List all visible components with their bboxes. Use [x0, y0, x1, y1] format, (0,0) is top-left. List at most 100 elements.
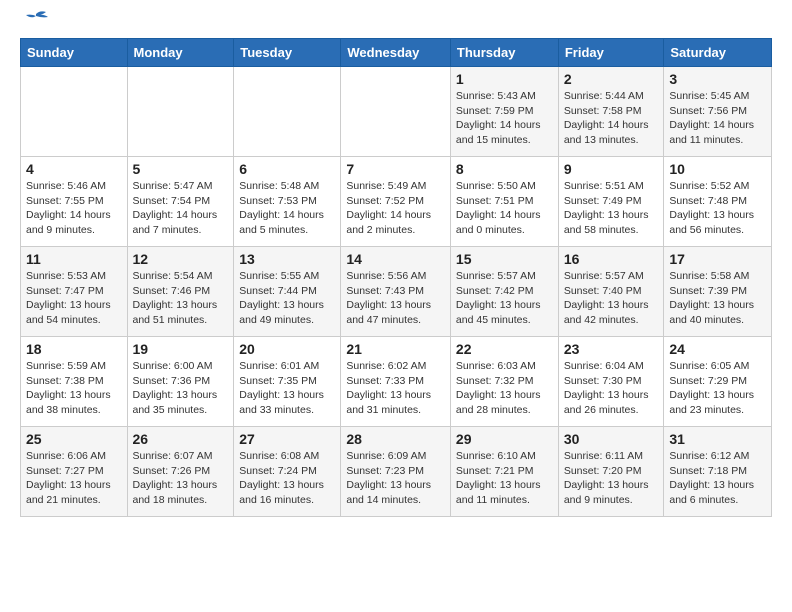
day-number: 12: [133, 251, 229, 267]
day-number: 5: [133, 161, 229, 177]
day-info: Sunrise: 5:45 AM Sunset: 7:56 PM Dayligh…: [669, 89, 766, 148]
day-info: Sunrise: 6:05 AM Sunset: 7:29 PM Dayligh…: [669, 359, 766, 418]
day-number: 19: [133, 341, 229, 357]
calendar-week-row: 25 Sunrise: 6:06 AM Sunset: 7:27 PM Dayli…: [21, 427, 772, 517]
logo-bird-icon: [22, 10, 50, 30]
day-info: Sunrise: 5:43 AM Sunset: 7:59 PM Dayligh…: [456, 89, 553, 148]
day-info: Sunrise: 5:50 AM Sunset: 7:51 PM Dayligh…: [456, 179, 553, 238]
day-number: 7: [346, 161, 445, 177]
calendar-cell: [234, 67, 341, 157]
column-header-friday: Friday: [558, 39, 664, 67]
calendar-cell: 5Sunrise: 5:47 AM Sunset: 7:54 PM Daylig…: [127, 157, 234, 247]
day-number: 9: [564, 161, 659, 177]
day-number: 23: [564, 341, 659, 357]
day-info: Sunrise: 5:54 AM Sunset: 7:46 PM Dayligh…: [133, 269, 229, 328]
calendar-cell: 26Sunrise: 6:07 AM Sunset: 7:26 PM Dayli…: [127, 427, 234, 517]
calendar-cell: 21 Sunrise: 6:02 AM Sunset: 7:33 PM Dayli…: [341, 337, 451, 427]
day-info: Sunrise: 6:08 AM Sunset: 7:24 PM Dayligh…: [239, 449, 335, 508]
day-info: Sunrise: 5:56 AM Sunset: 7:43 PM Dayligh…: [346, 269, 445, 328]
calendar-table: SundayMondayTuesdayWednesdayThursdayFrid…: [20, 38, 772, 517]
day-number: 24: [669, 341, 766, 357]
calendar-cell: 8 Sunrise: 5:50 AM Sunset: 7:51 PM Daylig…: [450, 157, 558, 247]
calendar-cell: 7 Sunrise: 5:49 AM Sunset: 7:52 PM Daylig…: [341, 157, 451, 247]
calendar-week-row: 18 Sunrise: 5:59 AM Sunset: 7:38 PM Dayli…: [21, 337, 772, 427]
day-info: Sunrise: 5:58 AM Sunset: 7:39 PM Dayligh…: [669, 269, 766, 328]
day-number: 2: [564, 71, 659, 87]
day-info: Sunrise: 5:52 AM Sunset: 7:48 PM Dayligh…: [669, 179, 766, 238]
calendar-cell: 10 Sunrise: 5:52 AM Sunset: 7:48 PM Dayli…: [664, 157, 772, 247]
calendar-cell: 18 Sunrise: 5:59 AM Sunset: 7:38 PM Dayli…: [21, 337, 128, 427]
calendar-cell: 1 Sunrise: 5:43 AM Sunset: 7:59 PM Daylig…: [450, 67, 558, 157]
calendar-cell: 28 Sunrise: 6:09 AM Sunset: 7:23 PM Dayli…: [341, 427, 451, 517]
day-number: 14: [346, 251, 445, 267]
calendar-cell: [341, 67, 451, 157]
calendar-cell: 22 Sunrise: 6:03 AM Sunset: 7:32 PM Dayli…: [450, 337, 558, 427]
calendar-cell: 27 Sunrise: 6:08 AM Sunset: 7:24 PM Dayli…: [234, 427, 341, 517]
calendar-cell: 13 Sunrise: 5:55 AM Sunset: 7:44 PM Dayli…: [234, 247, 341, 337]
day-number: 31: [669, 431, 766, 447]
day-number: 13: [239, 251, 335, 267]
day-number: 11: [26, 251, 122, 267]
day-info: Sunrise: 5:59 AM Sunset: 7:38 PM Dayligh…: [26, 359, 122, 418]
day-number: 10: [669, 161, 766, 177]
calendar-week-row: 1 Sunrise: 5:43 AM Sunset: 7:59 PM Daylig…: [21, 67, 772, 157]
day-number: 1: [456, 71, 553, 87]
column-header-saturday: Saturday: [664, 39, 772, 67]
day-number: 16: [564, 251, 659, 267]
day-number: 30: [564, 431, 659, 447]
calendar-cell: 15 Sunrise: 5:57 AM Sunset: 7:42 PM Dayli…: [450, 247, 558, 337]
column-header-wednesday: Wednesday: [341, 39, 451, 67]
day-info: Sunrise: 6:11 AM Sunset: 7:20 PM Dayligh…: [564, 449, 659, 508]
day-info: Sunrise: 6:03 AM Sunset: 7:32 PM Dayligh…: [456, 359, 553, 418]
calendar-week-row: 4 Sunrise: 5:46 AM Sunset: 7:55 PM Daylig…: [21, 157, 772, 247]
day-info: Sunrise: 5:44 AM Sunset: 7:58 PM Dayligh…: [564, 89, 659, 148]
calendar-cell: 16Sunrise: 5:57 AM Sunset: 7:40 PM Dayli…: [558, 247, 664, 337]
day-number: 18: [26, 341, 122, 357]
day-number: 15: [456, 251, 553, 267]
day-number: 22: [456, 341, 553, 357]
calendar-cell: 24 Sunrise: 6:05 AM Sunset: 7:29 PM Dayli…: [664, 337, 772, 427]
day-number: 8: [456, 161, 553, 177]
day-info: Sunrise: 6:07 AM Sunset: 7:26 PM Dayligh…: [133, 449, 229, 508]
day-number: 4: [26, 161, 122, 177]
day-number: 21: [346, 341, 445, 357]
day-info: Sunrise: 5:53 AM Sunset: 7:47 PM Dayligh…: [26, 269, 122, 328]
day-number: 28: [346, 431, 445, 447]
day-number: 20: [239, 341, 335, 357]
calendar-cell: 23 Sunrise: 6:04 AM Sunset: 7:30 PM Dayli…: [558, 337, 664, 427]
day-info: Sunrise: 6:04 AM Sunset: 7:30 PM Dayligh…: [564, 359, 659, 418]
logo: [20, 16, 50, 26]
day-info: Sunrise: 6:06 AM Sunset: 7:27 PM Dayligh…: [26, 449, 122, 508]
day-info: Sunrise: 6:02 AM Sunset: 7:33 PM Dayligh…: [346, 359, 445, 418]
column-header-sunday: Sunday: [21, 39, 128, 67]
calendar-cell: 11 Sunrise: 5:53 AM Sunset: 7:47 PM Dayli…: [21, 247, 128, 337]
day-info: Sunrise: 6:00 AM Sunset: 7:36 PM Dayligh…: [133, 359, 229, 418]
page-header: [20, 16, 772, 26]
day-number: 27: [239, 431, 335, 447]
calendar-header-row: SundayMondayTuesdayWednesdayThursdayFrid…: [21, 39, 772, 67]
day-info: Sunrise: 5:51 AM Sunset: 7:49 PM Dayligh…: [564, 179, 659, 238]
day-info: Sunrise: 5:57 AM Sunset: 7:42 PM Dayligh…: [456, 269, 553, 328]
calendar-cell: 17Sunrise: 5:58 AM Sunset: 7:39 PM Dayli…: [664, 247, 772, 337]
calendar-cell: 6Sunrise: 5:48 AM Sunset: 7:53 PM Daylig…: [234, 157, 341, 247]
calendar-cell: 30 Sunrise: 6:11 AM Sunset: 7:20 PM Dayli…: [558, 427, 664, 517]
day-info: Sunrise: 5:55 AM Sunset: 7:44 PM Dayligh…: [239, 269, 335, 328]
day-number: 29: [456, 431, 553, 447]
day-number: 25: [26, 431, 122, 447]
day-info: Sunrise: 6:09 AM Sunset: 7:23 PM Dayligh…: [346, 449, 445, 508]
day-info: Sunrise: 6:10 AM Sunset: 7:21 PM Dayligh…: [456, 449, 553, 508]
calendar-cell: 19 Sunrise: 6:00 AM Sunset: 7:36 PM Dayli…: [127, 337, 234, 427]
column-header-tuesday: Tuesday: [234, 39, 341, 67]
calendar-cell: 29 Sunrise: 6:10 AM Sunset: 7:21 PM Dayli…: [450, 427, 558, 517]
column-header-monday: Monday: [127, 39, 234, 67]
calendar-cell: 9 Sunrise: 5:51 AM Sunset: 7:49 PM Daylig…: [558, 157, 664, 247]
calendar-cell: 3 Sunrise: 5:45 AM Sunset: 7:56 PM Daylig…: [664, 67, 772, 157]
column-header-thursday: Thursday: [450, 39, 558, 67]
day-info: Sunrise: 5:49 AM Sunset: 7:52 PM Dayligh…: [346, 179, 445, 238]
day-info: Sunrise: 5:46 AM Sunset: 7:55 PM Dayligh…: [26, 179, 122, 238]
day-number: 6: [239, 161, 335, 177]
calendar-cell: 12 Sunrise: 5:54 AM Sunset: 7:46 PM Dayli…: [127, 247, 234, 337]
calendar-cell: 4 Sunrise: 5:46 AM Sunset: 7:55 PM Daylig…: [21, 157, 128, 247]
calendar-cell: 31Sunrise: 6:12 AM Sunset: 7:18 PM Dayli…: [664, 427, 772, 517]
day-number: 3: [669, 71, 766, 87]
